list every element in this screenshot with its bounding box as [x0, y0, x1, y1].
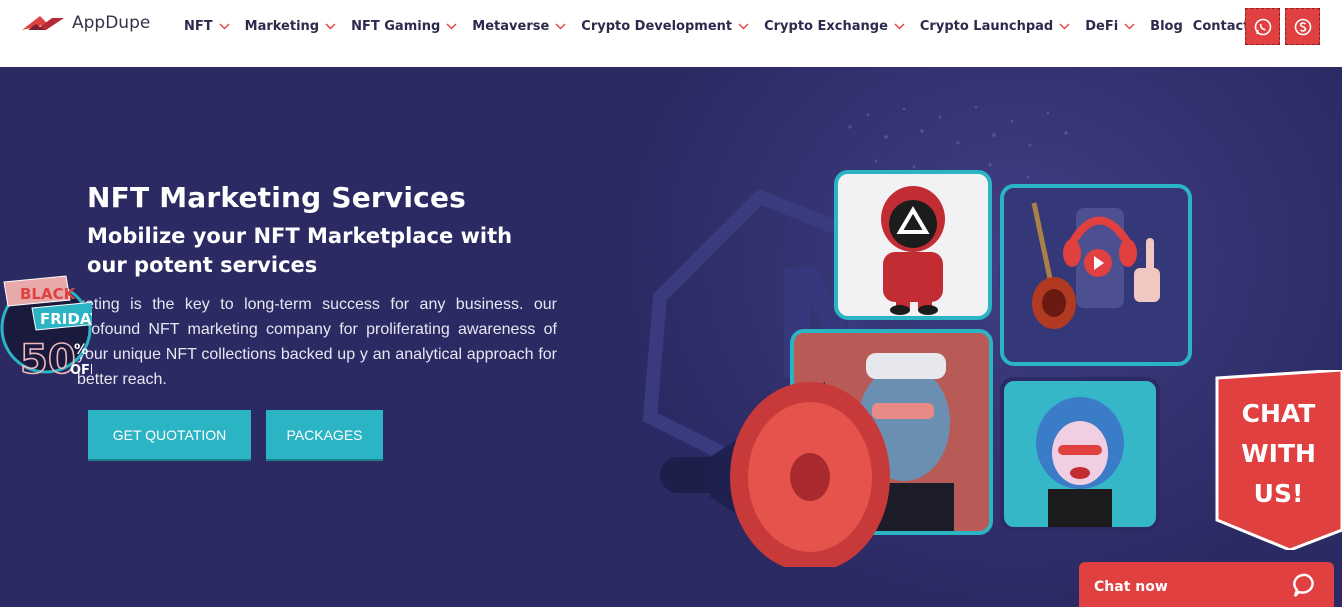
brand-name: AppDupe	[72, 13, 151, 33]
badge-line1: BLACK	[20, 285, 77, 303]
get-quotation-button[interactable]: GET QUOTATION	[88, 410, 251, 459]
nav-item-metaverse[interactable]: Metaverse	[472, 19, 566, 34]
chat-ribbon-text[interactable]: CHAT WITH US!	[1215, 394, 1342, 514]
nav-label: Contact	[1192, 19, 1250, 34]
nft-card-music	[1000, 184, 1192, 366]
hero-section: NFT Marketing Services Mobilize your NFT…	[0, 67, 1342, 607]
nav-item-nft-gaming[interactable]: NFT Gaming	[351, 19, 457, 34]
nav-item-defi[interactable]: DeFi	[1085, 19, 1135, 34]
chevron-down-icon	[1124, 23, 1135, 30]
music-image	[1031, 202, 1160, 329]
chevron-down-icon	[446, 23, 457, 30]
site-header: AppDupe NFT Marketing NFT Gaming Metaver…	[0, 0, 1342, 67]
nav-label: Crypto Launchpad	[919, 19, 1054, 34]
badge-percent: 50	[20, 337, 76, 383]
packages-button[interactable]: PACKAGES	[266, 410, 383, 459]
chat-ribbon-line3: US!	[1253, 479, 1304, 508]
nft-card-girl	[1000, 377, 1160, 531]
skype-icon	[1294, 18, 1311, 35]
chevron-down-icon	[1059, 23, 1070, 30]
hero-description: keting is the key to long-term success f…	[77, 296, 557, 388]
hooded-figure-image	[881, 186, 945, 315]
chevron-down-icon	[894, 23, 905, 30]
hero-subtitle: Mobilize your NFT Marketplace with our p…	[87, 224, 513, 277]
hero-title: NFT Marketing Services	[87, 181, 467, 214]
chevron-down-icon	[325, 23, 336, 30]
chat-ribbon-line1: CHAT	[1241, 399, 1316, 428]
nav-item-crypto-launchpad[interactable]: Crypto Launchpad	[920, 19, 1070, 34]
nav-label: Crypto Development	[581, 19, 733, 34]
nav-label: NFT	[184, 19, 213, 34]
chevron-down-icon	[555, 23, 566, 30]
nav-item-crypto-development[interactable]: Crypto Development	[581, 19, 749, 34]
chat-bubble-icon	[1293, 573, 1314, 597]
whatsapp-button[interactable]	[1245, 8, 1280, 45]
badge-percent-symbol: %	[74, 342, 88, 358]
black-friday-badge[interactable]: BLACK FRIDAY 50 % OFF	[0, 270, 92, 390]
main-nav: NFT Marketing NFT Gaming Metaverse Crypt…	[184, 19, 1281, 34]
nav-label: DeFi	[1085, 19, 1119, 34]
whatsapp-icon	[1254, 18, 1271, 35]
chevron-down-icon	[738, 23, 749, 30]
skype-button[interactable]	[1285, 8, 1320, 45]
girl-image	[1036, 397, 1124, 527]
nav-label: NFT Gaming	[351, 19, 441, 34]
nav-item-crypto-exchange[interactable]: Crypto Exchange	[764, 19, 905, 34]
badge-off: OFF	[70, 363, 92, 378]
nav-label: Blog	[1150, 19, 1183, 34]
nav-item-blog[interactable]: Blog	[1150, 19, 1183, 34]
nav-label: Metaverse	[472, 19, 550, 34]
appdupe-logo-icon	[22, 16, 64, 30]
nft-card-hooded-figure	[834, 170, 992, 320]
brand-logo[interactable]: AppDupe	[22, 12, 150, 34]
nav-item-marketing[interactable]: Marketing	[245, 19, 336, 34]
nav-item-nft[interactable]: NFT	[184, 19, 230, 34]
chat-now-bar[interactable]: Chat now	[1079, 562, 1334, 607]
chevron-down-icon	[219, 23, 230, 30]
badge-line2: FRIDAY	[40, 310, 92, 328]
megaphone-icon	[660, 382, 890, 567]
hero-illustration: NFT	[640, 157, 1240, 607]
chat-now-label: Chat now	[1094, 579, 1168, 595]
nav-label: Crypto Exchange	[764, 19, 888, 34]
chat-ribbon-line2: WITH	[1241, 439, 1316, 468]
nav-label: Marketing	[244, 19, 320, 34]
